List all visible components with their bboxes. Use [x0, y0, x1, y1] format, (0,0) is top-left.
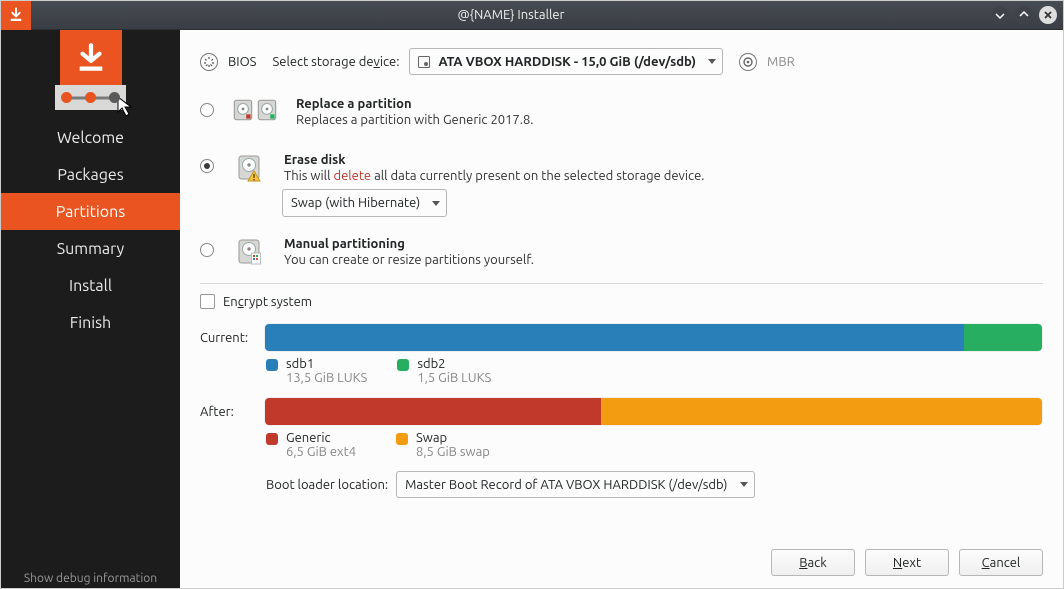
- after-legend: Generic6,5 GiB ext4 Swap8,5 GiB swap: [200, 431, 1043, 459]
- legend-sdb1: sdb113,5 GiB LUKS: [266, 357, 367, 385]
- bios-label: BIOS: [228, 55, 256, 69]
- legend-swap: Swap8,5 GiB swap: [396, 431, 496, 459]
- progress-steps-icon: [55, 85, 126, 110]
- bios-icon: [200, 53, 218, 71]
- current-seg-sdb2: [964, 324, 1042, 351]
- erase-title: Erase disk: [284, 153, 1043, 167]
- window-title: @{NAME} Installer: [31, 8, 991, 22]
- window-controls: [991, 6, 1063, 24]
- dropdown-caret-icon: [708, 59, 716, 64]
- after-section: After: Generic6,5 GiB ext4 Swap8,5 GiB s…: [200, 397, 1043, 459]
- manual-icon: [232, 237, 266, 267]
- current-bar: [264, 323, 1043, 352]
- swatch-icon: [397, 359, 409, 371]
- replace-desc: Replaces a partition with Generic 2017.8…: [296, 113, 1043, 127]
- swatch-icon: [396, 433, 408, 445]
- minimize-button[interactable]: [991, 6, 1009, 24]
- current-label: Current:: [200, 331, 252, 345]
- mbr-icon: [739, 53, 757, 71]
- after-label: After:: [200, 405, 252, 419]
- replace-icon: [232, 97, 278, 123]
- swap-select-value: Swap (with Hibernate): [291, 196, 420, 210]
- dropdown-caret-icon: [432, 201, 440, 206]
- button-bar: Back Next Cancel: [771, 549, 1043, 576]
- download-icon: [60, 30, 122, 85]
- manual-title: Manual partitioning: [284, 237, 1043, 251]
- radio-replace[interactable]: [200, 103, 214, 117]
- next-button[interactable]: Next: [865, 549, 949, 576]
- bootloader-value: Master Boot Record of ATA VBOX HARDDISK …: [405, 478, 727, 492]
- back-button[interactable]: Back: [771, 549, 855, 576]
- divider: [200, 283, 1043, 284]
- sidebar-item-summary[interactable]: Summary: [1, 230, 180, 267]
- swap-select[interactable]: Swap (with Hibernate): [282, 189, 447, 217]
- after-bar: [264, 397, 1043, 426]
- cursor-icon: [117, 96, 135, 118]
- bootloader-row: Boot loader location: Master Boot Record…: [200, 471, 1043, 498]
- sidebar-item-partitions[interactable]: Partitions: [1, 193, 180, 230]
- current-seg-sdb1: [265, 324, 964, 351]
- disk-icon: [418, 56, 430, 68]
- swatch-icon: [266, 433, 278, 445]
- manual-desc: You can create or resize partitions your…: [284, 253, 1043, 267]
- installer-window: @{NAME} Installer: [0, 0, 1064, 589]
- sidebar-item-finish[interactable]: Finish: [1, 304, 180, 341]
- storage-device-value: ATA VBOX HARDDISK - 15,0 GiB (/dev/sdb): [438, 55, 696, 69]
- bootloader-select[interactable]: Master Boot Record of ATA VBOX HARDDISK …: [396, 471, 754, 498]
- maximize-button[interactable]: [1015, 6, 1033, 24]
- swatch-icon: [266, 359, 278, 371]
- top-row: BIOS Select storage device: ATA VBOX HAR…: [200, 48, 1043, 75]
- encrypt-row[interactable]: Encrypt system: [200, 294, 1043, 309]
- erase-icon: [232, 153, 266, 183]
- encrypt-checkbox[interactable]: [200, 294, 215, 309]
- encrypt-label: Encrypt system: [223, 295, 312, 309]
- storage-device-select[interactable]: ATA VBOX HARDDISK - 15,0 GiB (/dev/sdb): [409, 48, 723, 75]
- main-panel: BIOS Select storage device: ATA VBOX HAR…: [180, 30, 1063, 588]
- titlebar: @{NAME} Installer: [1, 1, 1063, 30]
- app-icon: [1, 1, 31, 30]
- sidebar-logo: [1, 30, 180, 110]
- erase-desc: This will delete all data currently pres…: [284, 169, 1043, 183]
- option-manual[interactable]: Manual partitioning You can create or re…: [200, 229, 1043, 277]
- option-replace[interactable]: Replace a partition Replaces a partition…: [200, 89, 1043, 145]
- swap-row: Swap (with Hibernate): [200, 189, 1043, 217]
- option-erase[interactable]: Erase disk This will delete all data cur…: [200, 145, 1043, 193]
- sidebar-item-welcome[interactable]: Welcome: [1, 119, 180, 156]
- bootloader-label: Boot loader location:: [266, 478, 388, 492]
- partition-options: Replace a partition Replaces a partition…: [200, 89, 1043, 277]
- after-seg-generic: [265, 398, 601, 425]
- dropdown-caret-icon: [740, 482, 748, 487]
- legend-sdb2: sdb21,5 GiB LUKS: [397, 357, 497, 385]
- current-legend: sdb113,5 GiB LUKS sdb21,5 GiB LUKS: [200, 357, 1043, 385]
- replace-title: Replace a partition: [296, 97, 1043, 111]
- select-storage-label: Select storage device:: [272, 55, 399, 69]
- legend-generic: Generic6,5 GiB ext4: [266, 431, 366, 459]
- close-button[interactable]: [1039, 6, 1057, 24]
- sidebar-item-packages[interactable]: Packages: [1, 156, 180, 193]
- radio-erase[interactable]: [200, 159, 214, 173]
- after-seg-swap: [601, 398, 1042, 425]
- cancel-button[interactable]: Cancel: [959, 549, 1043, 576]
- app-body: Welcome Packages Partitions Summary Inst…: [1, 30, 1063, 588]
- sidebar-nav: Welcome Packages Partitions Summary Inst…: [1, 119, 180, 341]
- sidebar: Welcome Packages Partitions Summary Inst…: [1, 30, 180, 588]
- current-section: Current: sdb113,5 GiB LUKS sdb21,5 GiB L…: [200, 323, 1043, 385]
- debug-info-link[interactable]: Show debug information: [1, 572, 180, 585]
- sidebar-item-install[interactable]: Install: [1, 267, 180, 304]
- mbr-label: MBR: [767, 55, 795, 69]
- radio-manual[interactable]: [200, 243, 214, 257]
